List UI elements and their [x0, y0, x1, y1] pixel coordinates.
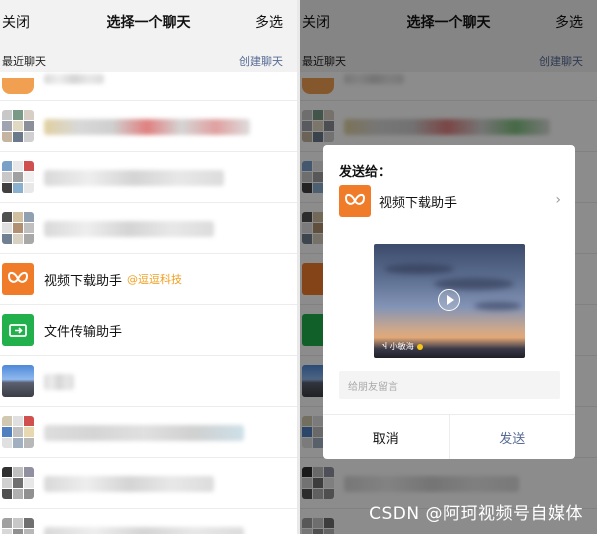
chat-row-group[interactable]: [0, 458, 297, 509]
blurred-name: [44, 119, 250, 135]
chevron-right-icon: ›: [555, 192, 561, 208]
blurred-name: [44, 374, 74, 390]
group-avatar: [2, 161, 34, 193]
verified-badge-icon: [416, 343, 423, 350]
blurred-name: [44, 425, 244, 441]
top-bar: 关闭 选择一个聊天 多选: [0, 0, 297, 44]
recipient-name: 视频下载助手: [379, 195, 458, 211]
chat-row-blurred[interactable]: [0, 72, 297, 101]
send-to-label: 发送给：: [339, 165, 392, 180]
chat-row-group[interactable]: [0, 203, 297, 254]
page-title: 选择一个聊天: [106, 15, 191, 31]
avatar: [2, 365, 34, 397]
message-input[interactable]: 给朋友留言: [339, 371, 560, 399]
close-button[interactable]: 关闭: [0, 12, 30, 32]
butterfly-logo-icon: [2, 263, 34, 295]
cancel-button[interactable]: 取消: [323, 415, 450, 459]
chat-row-group[interactable]: [0, 152, 297, 203]
folder-transfer-icon: [2, 314, 34, 346]
video-author: 小敏海: [389, 342, 414, 351]
blurred-name: [44, 476, 214, 492]
chat-name: 文件传输助手: [44, 324, 123, 340]
chat-row-group[interactable]: [0, 407, 297, 458]
butterfly-logo-icon: Ⴣ: [382, 342, 387, 351]
send-confirm-screen: 关闭 选择一个聊天 多选 最近聊天 创建聊天 发送给： 视频下载助手 › Ⴣ 小…: [300, 0, 597, 534]
group-avatar: [2, 110, 34, 142]
blurred-name: [44, 527, 244, 534]
company-tag: @逗逗科技: [127, 273, 183, 286]
dialog-actions: 取消 发送: [323, 414, 575, 459]
chat-row-file-helper[interactable]: 文件传输助手: [0, 305, 297, 356]
chat-row-video-helper[interactable]: 视频下载助手 @逗逗科技: [0, 254, 297, 305]
cloud-shape: [384, 264, 454, 274]
send-button[interactable]: 发送: [450, 415, 576, 459]
group-avatar: [2, 212, 34, 244]
recipient-row[interactable]: 视频下载助手 ›: [339, 185, 561, 217]
chat-row-contact[interactable]: [0, 356, 297, 407]
group-avatar: [2, 518, 34, 534]
watermark: CSDN @阿珂视频号自媒体: [369, 504, 583, 524]
blurred-name: [44, 74, 104, 84]
group-avatar: [2, 467, 34, 499]
blurred-name: [44, 221, 214, 237]
chat-name: 视频下载助手: [44, 273, 123, 289]
send-dialog: 发送给： 视频下载助手 › Ⴣ 小敏海 给朋友留言 取消 发送: [323, 145, 575, 459]
blurred-name: [44, 170, 224, 186]
create-chat-link[interactable]: 创建聊天: [239, 53, 283, 69]
chat-row-group[interactable]: [0, 101, 297, 152]
chat-row-group[interactable]: [0, 509, 297, 534]
play-icon[interactable]: [438, 289, 460, 311]
butterfly-logo-icon: [339, 185, 371, 217]
multi-select-button[interactable]: 多选: [255, 12, 283, 32]
video-preview[interactable]: Ⴣ 小敏海: [374, 244, 525, 358]
cloud-shape: [474, 302, 522, 310]
recent-chats-label: 最近聊天: [2, 55, 46, 68]
chat-picker-screen: 关闭 选择一个聊天 多选 最近聊天 创建聊天 视频下载助手 @逗逗科技 文件传输…: [0, 0, 297, 534]
avatar: [2, 78, 34, 94]
group-avatar: [2, 416, 34, 448]
video-source-label: Ⴣ 小敏海: [382, 341, 423, 352]
